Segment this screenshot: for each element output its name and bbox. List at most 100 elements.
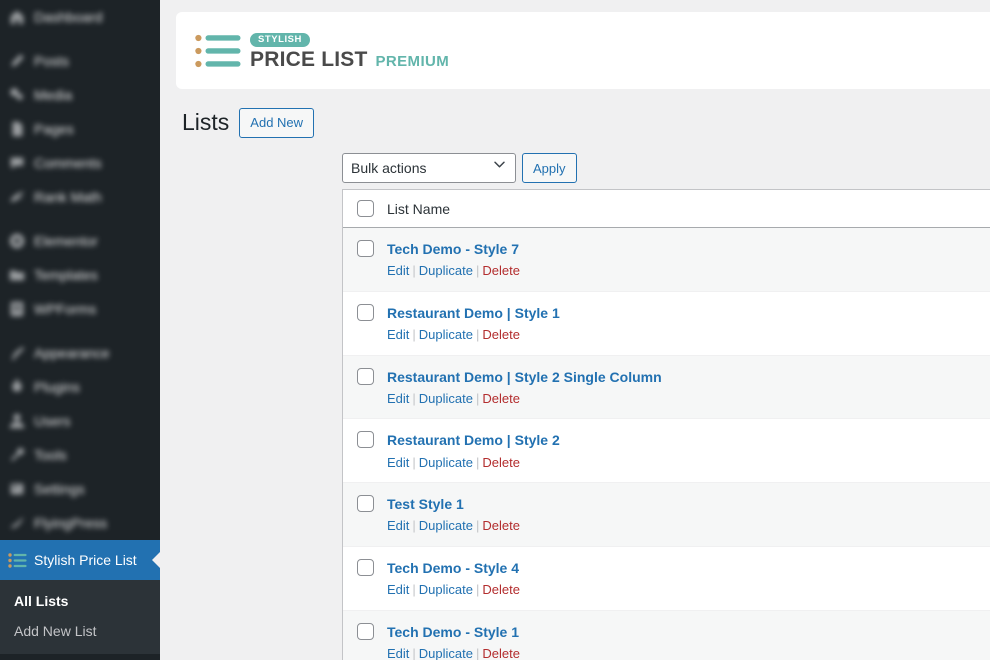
brand-badge: STYLISH <box>250 32 310 48</box>
sidebar-item-flyingpress[interactable]: FlyingPress <box>0 506 160 540</box>
row-checkbox-cell <box>343 430 387 449</box>
duplicate-link[interactable]: Duplicate <box>419 263 473 278</box>
pin-icon <box>0 52 34 70</box>
row-checkbox-cell <box>343 558 387 576</box>
edit-link[interactable]: Edit <box>387 391 409 406</box>
action-separator: | <box>412 518 416 534</box>
row-checkbox[interactable] <box>356 622 374 640</box>
price-list-logo-icon <box>195 34 241 68</box>
sidebar-item-media[interactable]: Media <box>0 78 160 112</box>
tools-icon <box>0 446 34 464</box>
lists-table: List Name Tech Demo - Style 7 Edit | Duplic… <box>342 189 990 660</box>
select-all-checkbox-cell <box>343 200 387 217</box>
sidebar-subitem-add-new-list[interactable]: Add New List <box>0 616 160 646</box>
edit-link[interactable]: Edit <box>387 455 409 470</box>
row-actions: Edit | Duplicate | Delete <box>387 261 520 281</box>
admin-sidebar: Dashboard Posts Media Pages Comments Rank Mat… <box>0 0 160 660</box>
delete-link[interactable]: Delete <box>482 646 520 660</box>
delete-link[interactable]: Delete <box>482 455 520 470</box>
sidebar-item-label: Dashboard <box>34 9 103 25</box>
sidebar-item-label: FlyingPress <box>34 515 108 531</box>
select-all-checkbox[interactable] <box>356 200 374 217</box>
sidebar-separator <box>0 326 160 336</box>
sidebar-item-tools[interactable]: Tools <box>0 438 160 472</box>
sidebar-item-wpforms[interactable]: WPForms <box>0 292 160 326</box>
sidebar-item-posts[interactable]: Posts <box>0 44 160 78</box>
table-row: Restaurant Demo | Style 2 Single Column E… <box>343 355 990 420</box>
sidebar-subitem-all-lists[interactable]: All Lists <box>0 586 160 616</box>
row-checkbox[interactable] <box>356 240 374 257</box>
sidebar-item-settings[interactable]: Settings <box>0 472 160 506</box>
users-icon <box>0 412 34 430</box>
sidebar-item-rank-math[interactable]: Rank Math <box>0 180 160 214</box>
sidebar-item-stylish-price-list[interactable]: Stylish Price List <box>0 540 160 580</box>
list-name-link[interactable]: Restaurant Demo | Style 1 <box>387 303 560 323</box>
column-header-list-name[interactable]: List Name <box>387 201 450 217</box>
sidebar-item-appearance[interactable]: Appearance <box>0 336 160 370</box>
list-name-link[interactable]: Tech Demo - Style 4 <box>387 558 520 578</box>
sidebar-item-elementor[interactable]: Elementor <box>0 224 160 258</box>
sidebar-item-label: Stylish Price List <box>34 552 137 568</box>
list-name-link[interactable]: Tech Demo - Style 7 <box>387 239 520 259</box>
duplicate-link[interactable]: Duplicate <box>419 327 473 342</box>
brand-title-line: PRICE LIST PREMIUM <box>250 48 449 72</box>
edit-link[interactable]: Edit <box>387 518 409 533</box>
duplicate-link[interactable]: Duplicate <box>419 646 473 660</box>
duplicate-link[interactable]: Duplicate <box>419 391 473 406</box>
sidebar-item-label: WPForms <box>34 301 97 317</box>
sidebar-item-dashboard[interactable]: Dashboard <box>0 0 160 34</box>
delete-link[interactable]: Delete <box>482 518 520 533</box>
sidebar-item-templates[interactable]: Templates <box>0 258 160 292</box>
delete-link[interactable]: Delete <box>482 391 520 406</box>
row-actions: Edit | Duplicate | Delete <box>387 453 560 473</box>
sidebar-item-pages[interactable]: Pages <box>0 112 160 146</box>
delete-link[interactable]: Delete <box>482 327 520 342</box>
brand-tier: PREMIUM <box>375 53 450 71</box>
edit-link[interactable]: Edit <box>387 646 409 660</box>
sidebar-submenu: All Lists Add New List <box>0 580 160 654</box>
sidebar-item-users[interactable]: Users <box>0 404 160 438</box>
action-separator: | <box>476 390 480 406</box>
plugins-icon <box>0 378 34 396</box>
list-name-link[interactable]: Restaurant Demo | Style 2 <box>387 430 560 450</box>
row-checkbox[interactable] <box>356 303 374 321</box>
row-content: Restaurant Demo | Style 2 Single Column E… <box>387 367 662 409</box>
duplicate-link[interactable]: Duplicate <box>419 518 473 533</box>
list-name-link[interactable]: Restaurant Demo | Style 2 Single Column <box>387 367 662 387</box>
edit-link[interactable]: Edit <box>387 327 409 342</box>
row-checkbox[interactable] <box>356 431 374 449</box>
apply-button[interactable]: Apply <box>522 153 577 183</box>
action-separator: | <box>476 327 480 343</box>
bulk-actions-select[interactable]: Bulk actions <box>342 153 516 183</box>
add-new-button[interactable]: Add New <box>239 108 315 138</box>
sidebar-item-label: Tools <box>34 447 67 463</box>
sidebar-separator <box>0 214 160 224</box>
table-row: Restaurant Demo | Style 1 Edit | Duplicate |… <box>343 291 990 356</box>
table-header-row: List Name <box>343 190 990 228</box>
edit-link[interactable]: Edit <box>387 263 409 278</box>
delete-link[interactable]: Delete <box>482 582 520 597</box>
row-content: Tech Demo - Style 1 Edit | Duplicate | Delete <box>387 622 520 660</box>
list-name-link[interactable]: Tech Demo - Style 1 <box>387 622 520 642</box>
row-content: Restaurant Demo | Style 1 Edit | Duplicate |… <box>387 303 560 345</box>
edit-link[interactable]: Edit <box>387 582 409 597</box>
row-checkbox[interactable] <box>356 558 374 576</box>
row-checkbox-cell <box>343 303 387 321</box>
content-area: STYLISH PRICE LIST PREMIUM Lists Add New… <box>160 0 990 660</box>
list-name-link[interactable]: Test Style 1 <box>387 494 520 514</box>
row-actions: Edit | Duplicate | Delete <box>387 325 560 345</box>
row-checkbox-cell <box>343 622 387 640</box>
sidebar-item-label: Settings <box>34 481 85 497</box>
delete-link[interactable]: Delete <box>482 263 520 278</box>
duplicate-link[interactable]: Duplicate <box>419 582 473 597</box>
action-separator: | <box>412 263 416 279</box>
sidebar-item-comments[interactable]: Comments <box>0 146 160 180</box>
comment-icon <box>0 154 34 172</box>
brush-icon <box>0 344 34 362</box>
sidebar-item-plugins[interactable]: Plugins <box>0 370 160 404</box>
price-list-icon <box>0 552 34 568</box>
duplicate-link[interactable]: Duplicate <box>419 455 473 470</box>
row-checkbox[interactable] <box>356 367 374 385</box>
row-actions: Edit | Duplicate | Delete <box>387 516 520 536</box>
row-checkbox[interactable] <box>356 495 374 513</box>
